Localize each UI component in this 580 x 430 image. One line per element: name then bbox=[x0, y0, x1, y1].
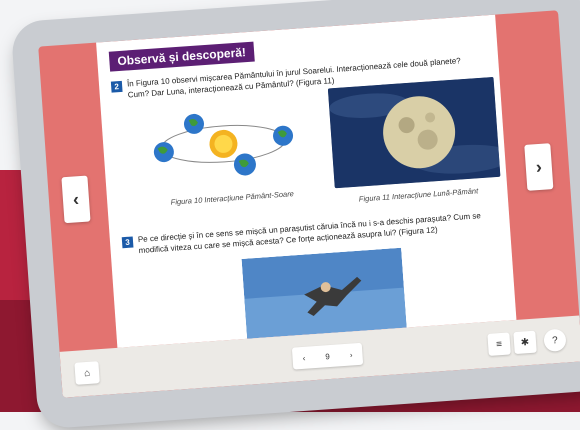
tablet-screen: ‹ › Observă și descoperă! 2 În Figura 10… bbox=[38, 10, 580, 398]
pager-next-button[interactable]: › bbox=[349, 350, 352, 359]
exercise-number-2: 2 bbox=[110, 80, 123, 93]
help-button[interactable]: ? bbox=[543, 328, 567, 353]
figure-11-caption: Figura 11 Interacțiune Lună-Pământ bbox=[358, 186, 479, 204]
pager-page-number[interactable]: 9 bbox=[325, 352, 330, 361]
question-3-text: Pe ce direcție și în ce sens se mișcă un… bbox=[138, 208, 509, 256]
figure-10-caption: Figura 10 Interacțiune Pământ-Soare bbox=[170, 189, 295, 207]
help-icon: ? bbox=[551, 334, 559, 346]
puzzle-icon: ✱ bbox=[520, 336, 530, 349]
pager-prev-button[interactable]: ‹ bbox=[302, 353, 305, 362]
tablet-device: ‹ › Observă și descoperă! 2 În Figura 10… bbox=[10, 0, 580, 430]
home-button[interactable]: ⌂ bbox=[74, 361, 100, 385]
home-icon: ⌂ bbox=[83, 367, 91, 379]
section-title: Observă și descoperă! bbox=[108, 41, 255, 72]
prev-page-button[interactable]: ‹ bbox=[61, 175, 91, 224]
puzzle-button[interactable]: ✱ bbox=[513, 330, 537, 355]
figure-11-moon-photo bbox=[327, 76, 501, 189]
chevron-left-icon: ‹ bbox=[72, 188, 80, 210]
exercise-number-3: 3 bbox=[121, 236, 134, 249]
next-page-button[interactable]: › bbox=[524, 143, 554, 191]
menu-button[interactable]: ≡ bbox=[487, 332, 511, 356]
menu-icon: ≡ bbox=[495, 338, 503, 350]
figure-12-skydiver-photo bbox=[241, 247, 407, 339]
textbook-page: Observă și descoperă! 2 În Figura 10 obs… bbox=[96, 14, 517, 348]
figure-10-earth-sun bbox=[141, 98, 306, 189]
page-navigator: ‹ 9 › bbox=[291, 342, 364, 370]
chevron-right-icon: › bbox=[535, 156, 543, 177]
